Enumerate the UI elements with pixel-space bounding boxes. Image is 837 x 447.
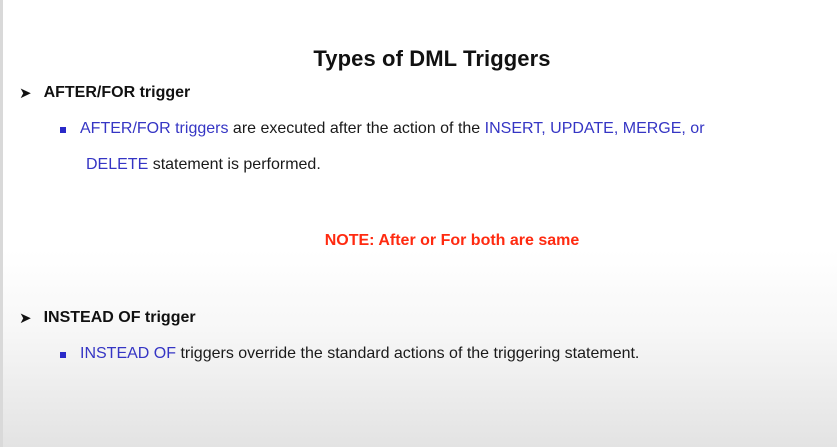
bullet-body: are executed after the action of the [228,120,485,137]
square-bullet-icon [60,127,66,133]
section-heading-label: AFTER/FOR trigger [43,84,191,101]
section-heading-instead-of: ➤ INSTEAD OF trigger [19,309,196,327]
highlight-term: INSTEAD OF [80,345,177,362]
section-heading-label: INSTEAD OF trigger [43,309,196,326]
arrowhead-bullet-icon: ➤ [19,310,32,327]
bullet-body: triggers override the standard actions o… [176,345,640,362]
slide: Types of DML Triggers ➤ AFTER/FOR trigge… [0,0,837,447]
highlight-term: INSERT, UPDATE, MERGE, or [484,120,705,137]
bullet-after-for-continuation: DELETE statement is performed. [86,156,321,174]
slide-title: Types of DML Triggers [313,46,551,71]
bullet-body: statement is performed. [148,156,321,173]
bullet-instead-of: INSTEAD OF triggers override the standar… [60,345,639,363]
highlight-term: AFTER/FOR triggers [80,120,229,137]
bullet-after-for: AFTER/FOR triggers are executed after th… [60,120,705,138]
bullet-text: AFTER/FOR triggers are executed after th… [80,120,705,138]
note-text: NOTE: After or For both are same [324,232,580,249]
highlight-term: DELETE [86,156,149,173]
square-bullet-icon [60,352,66,358]
section-heading-after-for: ➤ AFTER/FOR trigger [19,84,190,102]
arrowhead-bullet-icon: ➤ [19,85,32,102]
bullet-text: INSTEAD OF triggers override the standar… [80,345,639,363]
